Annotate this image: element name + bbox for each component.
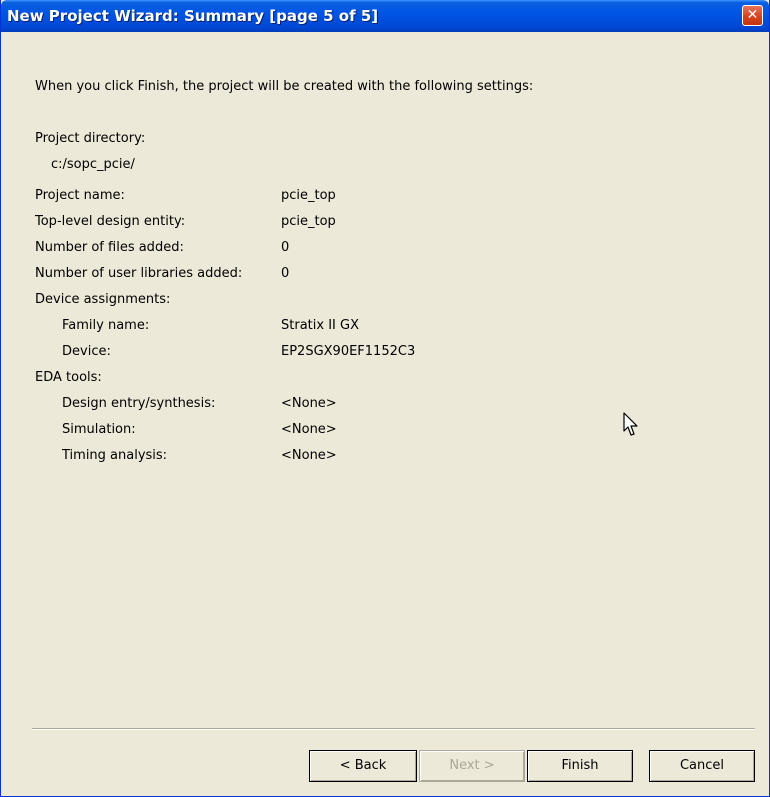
design-entry-value: <None> bbox=[281, 396, 337, 411]
project-directory-label: Project directory: bbox=[35, 131, 146, 146]
mouse-pointer-icon bbox=[623, 412, 638, 436]
close-icon: ✕ bbox=[746, 7, 759, 23]
device-assignments-label: Device assignments: bbox=[35, 292, 171, 307]
project-name-value: pcie_top bbox=[281, 188, 336, 203]
family-name-label: Family name: bbox=[62, 318, 150, 333]
back-button[interactable]: < Back bbox=[309, 750, 417, 782]
family-name-value: Stratix II GX bbox=[281, 318, 359, 333]
user-libraries-label: Number of user libraries added: bbox=[35, 266, 243, 281]
timing-analysis-value: <None> bbox=[281, 448, 337, 463]
eda-tools-label: EDA tools: bbox=[35, 370, 102, 385]
button-separator bbox=[32, 728, 755, 730]
top-level-label: Top-level design entity: bbox=[35, 214, 186, 229]
cancel-button[interactable]: Cancel bbox=[649, 750, 755, 782]
wizard-window: New Project Wizard: Summary [page 5 of 5… bbox=[0, 0, 770, 797]
simulation-value: <None> bbox=[281, 422, 337, 437]
timing-analysis-label: Timing analysis: bbox=[62, 448, 168, 463]
device-label: Device: bbox=[62, 344, 111, 359]
finish-button[interactable]: Finish bbox=[527, 750, 633, 782]
next-button[interactable]: Next > bbox=[419, 750, 525, 782]
files-added-label: Number of files added: bbox=[35, 240, 184, 255]
close-button[interactable]: ✕ bbox=[742, 5, 763, 26]
files-added-value: 0 bbox=[281, 240, 290, 255]
project-directory-value: c:/sopc_pcie/ bbox=[51, 157, 135, 172]
design-entry-label: Design entry/synthesis: bbox=[62, 396, 216, 411]
intro-text: When you click Finish, the project will … bbox=[35, 79, 534, 94]
device-value: EP2SGX90EF1152C3 bbox=[281, 344, 416, 359]
project-name-label: Project name: bbox=[35, 188, 125, 203]
title-bar[interactable]: New Project Wizard: Summary [page 5 of 5… bbox=[1, 0, 769, 32]
window-title: New Project Wizard: Summary [page 5 of 5… bbox=[7, 7, 379, 25]
simulation-label: Simulation: bbox=[62, 422, 136, 437]
summary-panel: When you click Finish, the project will … bbox=[1, 32, 769, 796]
user-libraries-value: 0 bbox=[281, 266, 290, 281]
top-level-value: pcie_top bbox=[281, 214, 336, 229]
